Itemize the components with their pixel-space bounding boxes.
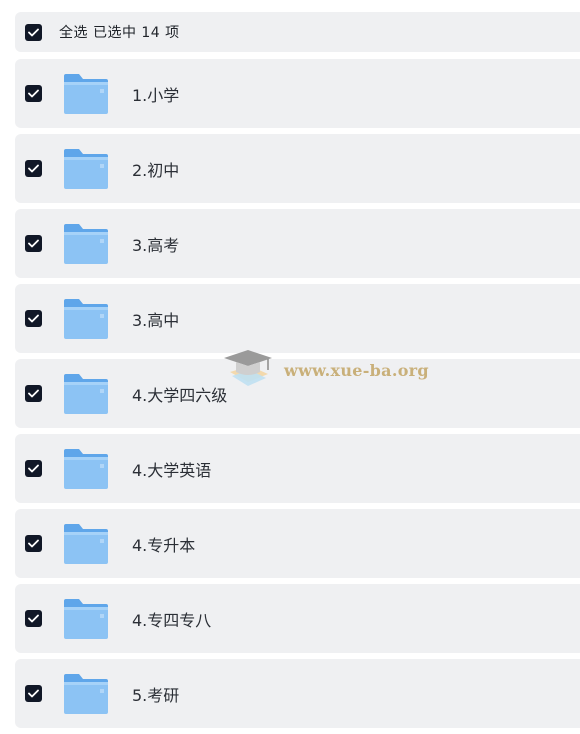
folder-icon bbox=[62, 147, 110, 191]
checkbox-checked-icon bbox=[28, 164, 39, 173]
checkbox-checked-icon bbox=[28, 89, 39, 98]
folder-icon bbox=[64, 223, 108, 264]
folder-icon bbox=[64, 673, 108, 714]
checkbox-checked-icon bbox=[28, 239, 39, 248]
folder-name[interactable]: 5.考研 bbox=[132, 682, 179, 706]
folder-row[interactable]: 2.初中 bbox=[15, 134, 580, 203]
folder-row[interactable]: 4.大学四六级 bbox=[15, 359, 580, 428]
folder-icon bbox=[64, 148, 108, 189]
folder-icon bbox=[64, 298, 108, 339]
folder-icon bbox=[62, 597, 110, 641]
folder-name[interactable]: 1.小学 bbox=[132, 82, 179, 106]
row-checkbox[interactable] bbox=[25, 310, 42, 327]
folder-name[interactable]: 4.专升本 bbox=[132, 532, 195, 556]
folder-row[interactable]: 3.高考 bbox=[15, 209, 580, 278]
folder-icon bbox=[62, 222, 110, 266]
folder-name[interactable]: 4.专四专八 bbox=[132, 607, 211, 631]
selection-count-label: 全选 已选中 14 项 bbox=[59, 25, 180, 41]
row-checkbox[interactable] bbox=[25, 685, 42, 702]
folder-icon bbox=[62, 672, 110, 716]
folder-icon bbox=[64, 73, 108, 114]
row-checkbox[interactable] bbox=[25, 85, 42, 102]
folder-row[interactable]: 3.高中 bbox=[15, 284, 580, 353]
folder-row[interactable]: 4.专升本 bbox=[15, 509, 580, 578]
folder-row[interactable]: 4.大学英语 bbox=[15, 434, 580, 503]
folder-row[interactable]: 1.小学 bbox=[15, 59, 580, 128]
folder-icon bbox=[62, 297, 110, 341]
folder-icon bbox=[62, 447, 110, 491]
folder-icon bbox=[62, 372, 110, 416]
row-checkbox[interactable] bbox=[25, 160, 42, 177]
folder-name[interactable]: 3.高中 bbox=[132, 307, 179, 331]
row-checkbox[interactable] bbox=[25, 235, 42, 252]
folder-icon bbox=[64, 523, 108, 564]
checkbox-checked-icon bbox=[28, 689, 39, 698]
folder-name[interactable]: 4.大学英语 bbox=[132, 457, 211, 481]
folder-icon bbox=[64, 448, 108, 489]
select-all-checkbox[interactable] bbox=[25, 23, 42, 41]
file-list: 全选 已选中 14 项 1.小学 2.初中 3.高考 3.高中 4.大学四六级 4.大学英… bbox=[15, 12, 580, 734]
folder-icon bbox=[62, 522, 110, 566]
folder-name[interactable]: 4.大学四六级 bbox=[132, 382, 227, 406]
checkbox-checked-icon bbox=[28, 539, 39, 548]
checkbox-checked-icon bbox=[28, 464, 39, 473]
checkbox-checked-icon bbox=[28, 314, 39, 323]
checkbox-checked-icon bbox=[28, 28, 39, 36]
folder-rows: 1.小学 2.初中 3.高考 3.高中 4.大学四六级 4.大学英语 4.专升本 4.专四专八… bbox=[15, 59, 580, 728]
folder-row[interactable]: 4.专四专八 bbox=[15, 584, 580, 653]
row-checkbox[interactable] bbox=[25, 385, 42, 402]
row-checkbox[interactable] bbox=[25, 460, 42, 477]
row-checkbox[interactable] bbox=[25, 535, 42, 552]
folder-icon bbox=[62, 72, 110, 116]
folder-name[interactable]: 3.高考 bbox=[132, 232, 179, 256]
folder-icon bbox=[64, 373, 108, 414]
folder-icon bbox=[64, 598, 108, 639]
select-all-bar: 全选 已选中 14 项 bbox=[15, 12, 580, 52]
checkbox-checked-icon bbox=[28, 389, 39, 398]
row-checkbox[interactable] bbox=[25, 610, 42, 627]
folder-row[interactable]: 5.考研 bbox=[15, 659, 580, 728]
folder-name[interactable]: 2.初中 bbox=[132, 157, 179, 181]
checkbox-checked-icon bbox=[28, 614, 39, 623]
